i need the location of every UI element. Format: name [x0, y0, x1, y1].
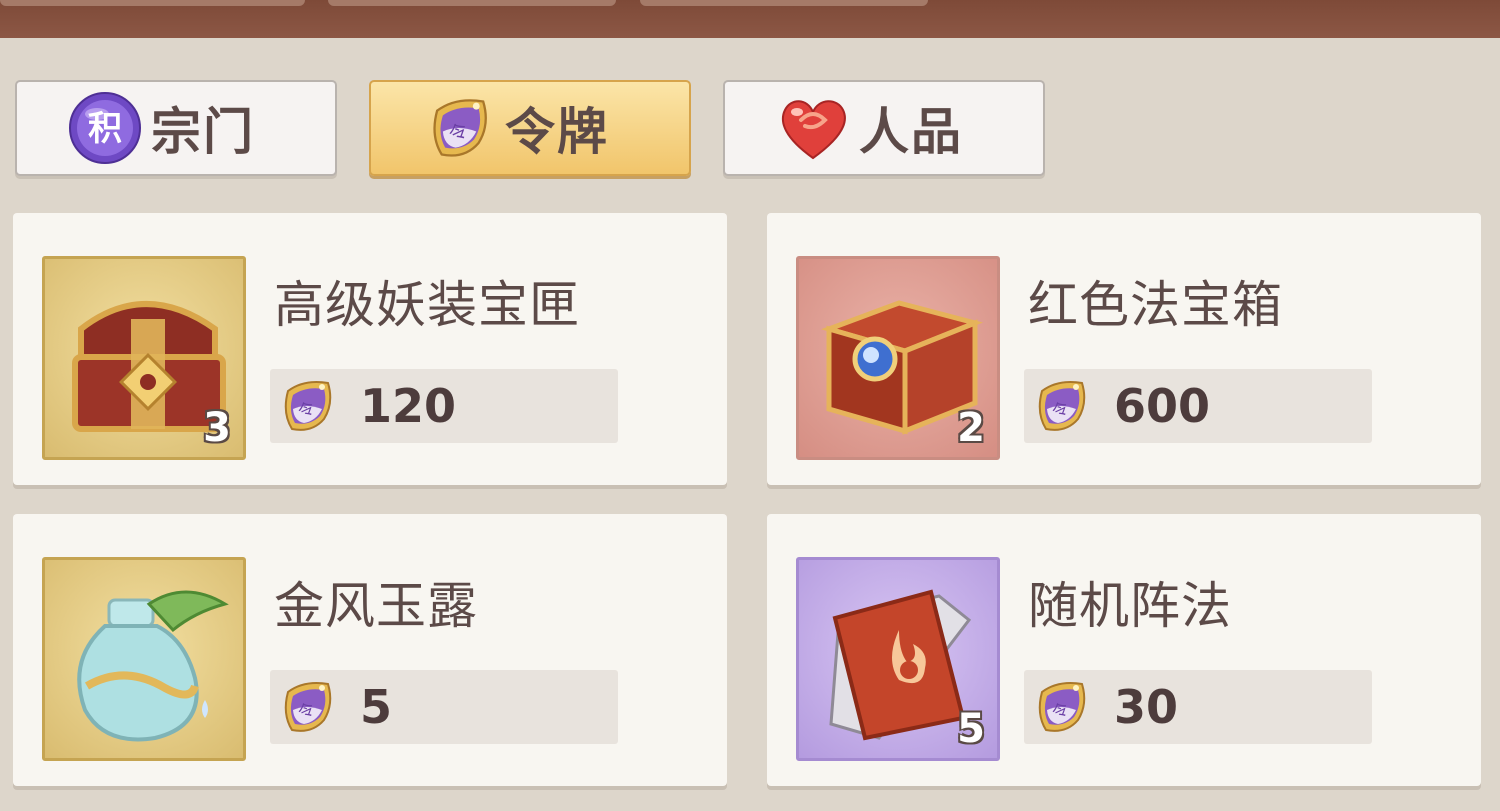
item-name: 金风玉露	[274, 577, 478, 635]
item-icon-frame: 5	[796, 557, 1000, 761]
token-plaque-icon	[274, 674, 340, 740]
item-price: 30	[1114, 680, 1179, 734]
top-header-bar	[0, 0, 1500, 38]
item-quantity: 5	[957, 706, 985, 752]
tab-label: 令牌	[505, 103, 609, 161]
price-tag: 120	[270, 369, 618, 443]
item-name: 高级妖装宝匣	[274, 276, 580, 334]
token-plaque-icon	[1028, 373, 1094, 439]
item-icon-frame: 3	[42, 256, 246, 460]
price-tag: 5	[270, 670, 618, 744]
points-orb-char: 积	[88, 109, 122, 149]
item-icon-frame: 2	[796, 256, 1000, 460]
item-quantity: 2	[957, 405, 985, 451]
header-tab-stub	[640, 0, 928, 6]
token-plaque-icon	[421, 90, 497, 166]
tab-label: 宗门	[151, 103, 255, 161]
shop-item-card[interactable]: 3 高级妖装宝匣 120	[13, 213, 727, 485]
item-name: 随机阵法	[1028, 577, 1232, 635]
token-plaque-icon	[1028, 674, 1094, 740]
heart-icon	[781, 100, 846, 160]
item-quantity: 3	[203, 405, 231, 451]
item-icon-frame	[42, 557, 246, 761]
price-tag: 30	[1024, 670, 1372, 744]
potion-bottle-icon	[77, 590, 229, 742]
tab-token[interactable]: 令牌	[369, 80, 691, 176]
points-orb-icon: 积	[69, 92, 141, 164]
header-tab-stub	[328, 0, 616, 6]
item-price: 600	[1114, 379, 1211, 433]
item-price: 120	[360, 379, 457, 433]
tab-label: 人品	[859, 103, 963, 161]
token-plaque-icon	[274, 373, 340, 439]
tab-sect[interactable]: 积 宗门	[15, 80, 337, 176]
tab-character[interactable]: 人品	[723, 80, 1045, 176]
shop-item-card[interactable]: 2 红色法宝箱 600	[767, 213, 1481, 485]
shop-item-card[interactable]: 金风玉露 5	[13, 514, 727, 786]
item-price: 5	[360, 680, 393, 734]
shop-item-card[interactable]: 5 随机阵法 30	[767, 514, 1481, 786]
price-tag: 600	[1024, 369, 1372, 443]
item-name: 红色法宝箱	[1028, 276, 1283, 334]
header-tab-stub	[0, 0, 305, 6]
